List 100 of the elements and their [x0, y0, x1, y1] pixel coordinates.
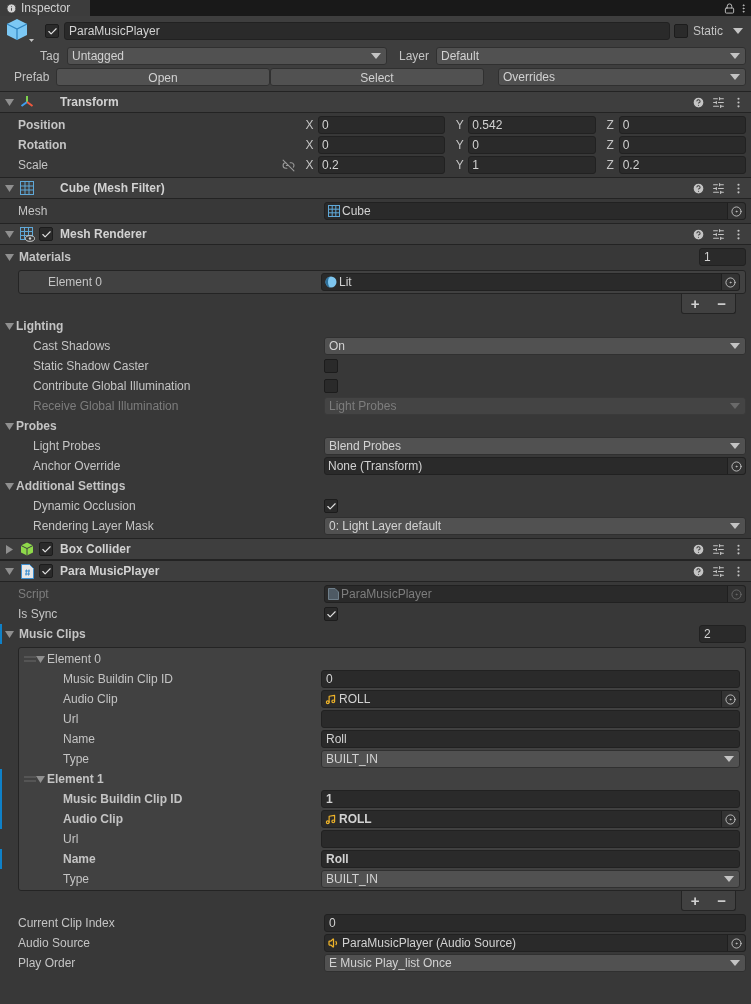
object-picker-icon[interactable] — [731, 937, 742, 949]
music-note-icon — [325, 693, 336, 705]
presets-icon[interactable] — [712, 564, 725, 578]
add-button[interactable]: + — [690, 296, 700, 311]
enabled-checkbox[interactable] — [39, 564, 53, 578]
dropdown-caret-icon — [730, 523, 740, 529]
dropdown[interactable]: BUILT_IN — [321, 750, 740, 768]
component-header[interactable]: Mesh Renderer — [0, 223, 751, 245]
enabled-checkbox[interactable] — [39, 542, 53, 556]
dropdown[interactable]: Blend Probes — [324, 437, 746, 455]
overrides-dropdown[interactable]: Overrides — [498, 68, 746, 86]
object-picker-icon[interactable] — [731, 460, 742, 472]
number-field[interactable]: 1 — [468, 156, 596, 174]
number-field[interactable]: 0 — [318, 136, 446, 154]
object-picker-icon[interactable] — [731, 205, 742, 217]
object-field[interactable]: None (Transform) — [324, 457, 746, 475]
field-label: Name — [63, 731, 95, 748]
object-field[interactable]: ROLL — [321, 690, 740, 708]
count-field[interactable]: 2 — [699, 625, 746, 643]
text-field[interactable]: 0 — [321, 670, 740, 688]
axes-icon — [20, 95, 34, 109]
axis-label: Z — [605, 157, 615, 174]
expanded-arrow-icon[interactable] — [5, 421, 14, 431]
grid-icon — [328, 205, 340, 217]
count-field[interactable]: 1 — [699, 248, 746, 266]
dropdown[interactable]: On — [324, 337, 746, 355]
component-header[interactable]: Box Collider — [0, 538, 751, 560]
dropdown[interactable]: E Music Play_list Once — [324, 954, 746, 972]
number-field[interactable]: 0.2 — [618, 156, 746, 174]
object-picker-icon[interactable] — [725, 693, 736, 705]
object-field[interactable]: ROLL — [321, 810, 740, 828]
text-field[interactable]: 1 — [321, 790, 740, 808]
prefab-button[interactable]: Select — [270, 68, 484, 86]
text-field[interactable]: Roll — [321, 730, 740, 748]
remove-button[interactable]: − — [717, 296, 727, 311]
expanded-arrow-icon[interactable] — [5, 481, 14, 491]
axis-label: X — [304, 157, 315, 174]
name-field[interactable]: ParaMusicPlayer — [64, 22, 670, 40]
broken-link-icon[interactable] — [282, 158, 295, 172]
presets-icon[interactable] — [712, 542, 725, 556]
lock-icon[interactable] — [724, 2, 735, 14]
expanded-arrow-icon[interactable] — [5, 97, 14, 107]
presets-icon[interactable] — [712, 95, 725, 109]
checkbox[interactable] — [324, 359, 338, 373]
component-header[interactable]: Transform — [0, 91, 751, 113]
expanded-arrow-icon[interactable] — [5, 629, 14, 639]
help-icon[interactable] — [692, 542, 705, 556]
layer-dropdown[interactable]: Default — [436, 47, 746, 65]
presets-icon[interactable] — [712, 227, 725, 241]
remove-button[interactable]: − — [717, 893, 727, 908]
object-field[interactable]: Lit — [321, 273, 740, 291]
presets-icon[interactable] — [712, 181, 725, 195]
component-header[interactable]: Cube (Mesh Filter) — [0, 177, 751, 199]
checkbox[interactable] — [324, 499, 338, 513]
object-field[interactable]: ParaMusicPlayer (Audio Source) — [324, 934, 746, 952]
help-icon[interactable] — [692, 564, 705, 578]
text-field[interactable]: Roll — [321, 850, 740, 868]
expanded-arrow-icon[interactable] — [5, 321, 14, 331]
expanded-arrow-icon[interactable] — [5, 252, 14, 262]
text-field[interactable]: 0 — [324, 914, 746, 932]
help-icon[interactable] — [692, 95, 705, 109]
component-title: Cube (Mesh Filter) — [60, 180, 165, 197]
number-field[interactable]: 0 — [318, 116, 446, 134]
component-title: Mesh Renderer — [60, 226, 147, 243]
field-label: Type — [63, 871, 89, 888]
add-button[interactable]: + — [690, 893, 700, 908]
dropdown[interactable]: BUILT_IN — [321, 870, 740, 888]
dropdown[interactable]: 0: Light Layer default — [324, 517, 746, 535]
field-label: Anchor Override — [33, 458, 121, 475]
cube-icon[interactable] — [6, 18, 34, 44]
tag-dropdown[interactable]: Untagged — [67, 47, 387, 65]
drag-handle-icon[interactable] — [24, 776, 36, 782]
field-label: Rotation — [18, 137, 67, 154]
expanded-arrow-icon[interactable] — [5, 566, 14, 576]
prefab-button[interactable]: Open — [56, 68, 270, 86]
object-picker-icon[interactable] — [725, 276, 736, 288]
number-field[interactable]: 0 — [618, 116, 746, 134]
checkbox[interactable] — [324, 379, 338, 393]
enabled-checkbox[interactable] — [39, 227, 53, 241]
help-icon[interactable] — [692, 181, 705, 195]
object-picker-icon[interactable] — [725, 813, 736, 825]
help-icon[interactable] — [692, 227, 705, 241]
active-checkbox[interactable] — [45, 24, 59, 38]
expanded-arrow-icon[interactable] — [36, 654, 45, 664]
text-field[interactable] — [321, 710, 740, 728]
drag-handle-icon[interactable] — [24, 656, 36, 662]
static-checkbox[interactable] — [674, 24, 688, 38]
expanded-arrow-icon[interactable] — [5, 183, 14, 193]
object-field[interactable]: Cube — [324, 202, 746, 220]
collapsed-arrow-icon[interactable] — [5, 544, 14, 554]
expanded-arrow-icon[interactable] — [5, 229, 14, 239]
number-field[interactable]: 0.542 — [468, 116, 596, 134]
number-field[interactable]: 0 — [468, 136, 596, 154]
number-field[interactable]: 0.2 — [318, 156, 446, 174]
expanded-arrow-icon[interactable] — [36, 774, 45, 784]
number-field[interactable]: 0 — [618, 136, 746, 154]
component-header[interactable]: Para MusicPlayer — [0, 560, 751, 582]
checkbox[interactable] — [324, 607, 338, 621]
text-field[interactable] — [321, 830, 740, 848]
inspector-tab[interactable]: Inspector — [0, 0, 90, 16]
